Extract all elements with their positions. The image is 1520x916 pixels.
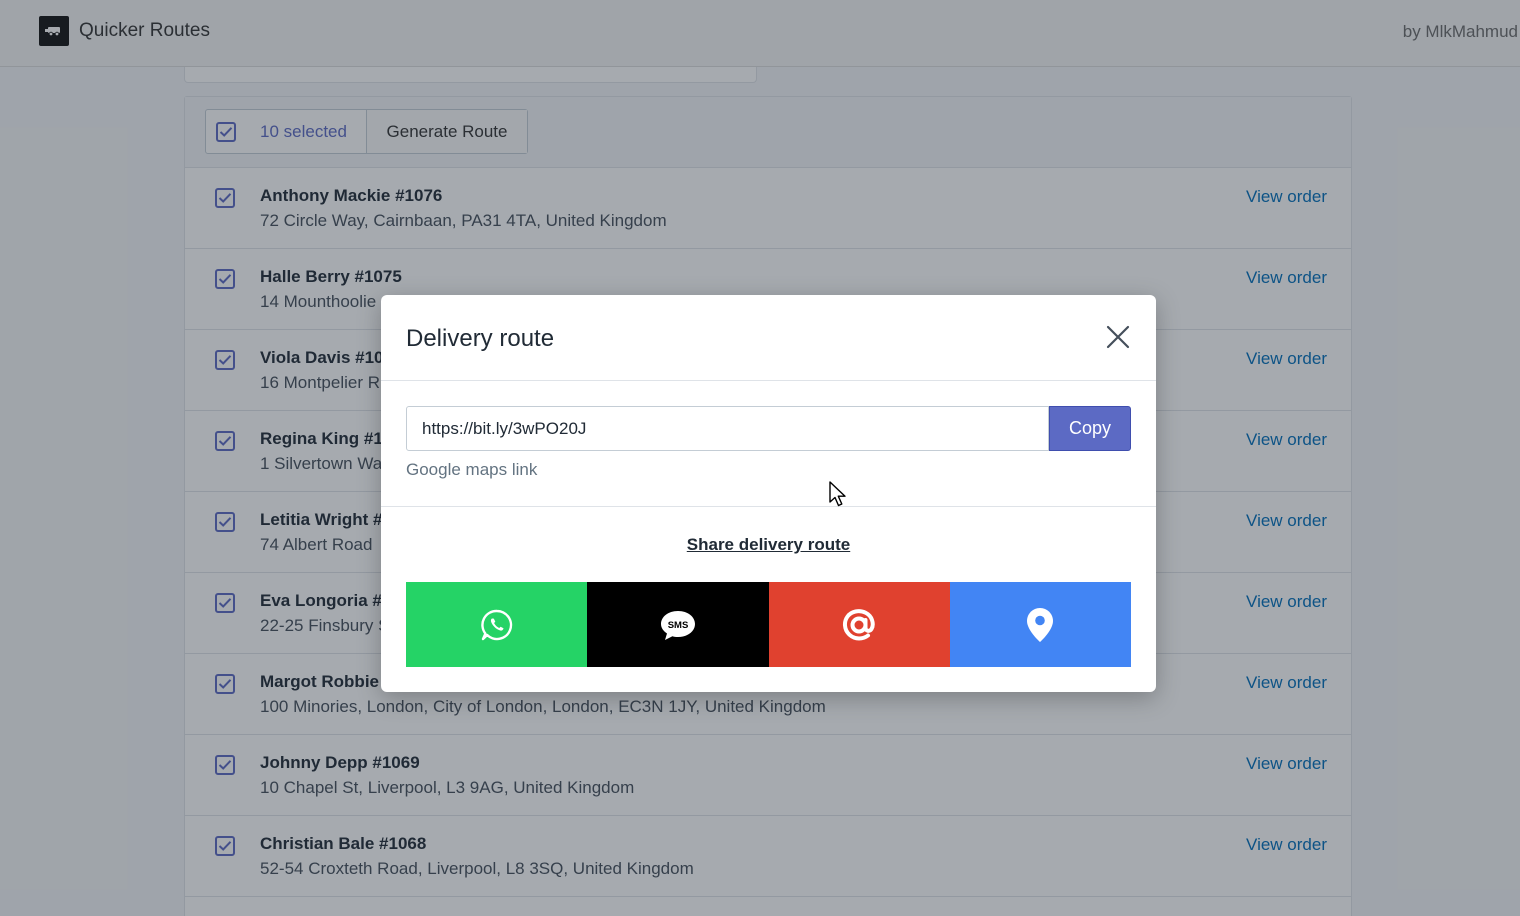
share-maps-button[interactable] (949, 582, 1131, 667)
share-email-button[interactable] (768, 582, 950, 667)
url-help-text: Google maps link (406, 460, 538, 479)
copy-button[interactable]: Copy (1049, 406, 1131, 451)
share-buttons-row: SMS (406, 582, 1131, 667)
share-whatsapp-button[interactable] (406, 582, 588, 667)
route-link-section: Copy Google maps link (381, 381, 1156, 507)
sms-icon-text: SMS (668, 620, 689, 631)
whatsapp-icon (480, 609, 512, 640)
modal-title: Delivery route (406, 325, 555, 352)
email-at-icon (843, 608, 875, 641)
modal-header: Delivery route (381, 295, 1156, 381)
sms-icon: SMS (660, 610, 695, 640)
map-pin-icon (1027, 607, 1054, 642)
close-icon (1106, 325, 1130, 349)
route-url-input[interactable] (406, 406, 1049, 451)
mouse-cursor-icon (829, 481, 846, 507)
share-route-link[interactable]: Share delivery route (381, 535, 1156, 555)
delivery-route-modal: Delivery route Copy Google maps link Sha… (381, 295, 1156, 692)
close-button[interactable] (1102, 321, 1134, 353)
share-sms-button[interactable]: SMS (587, 582, 769, 667)
